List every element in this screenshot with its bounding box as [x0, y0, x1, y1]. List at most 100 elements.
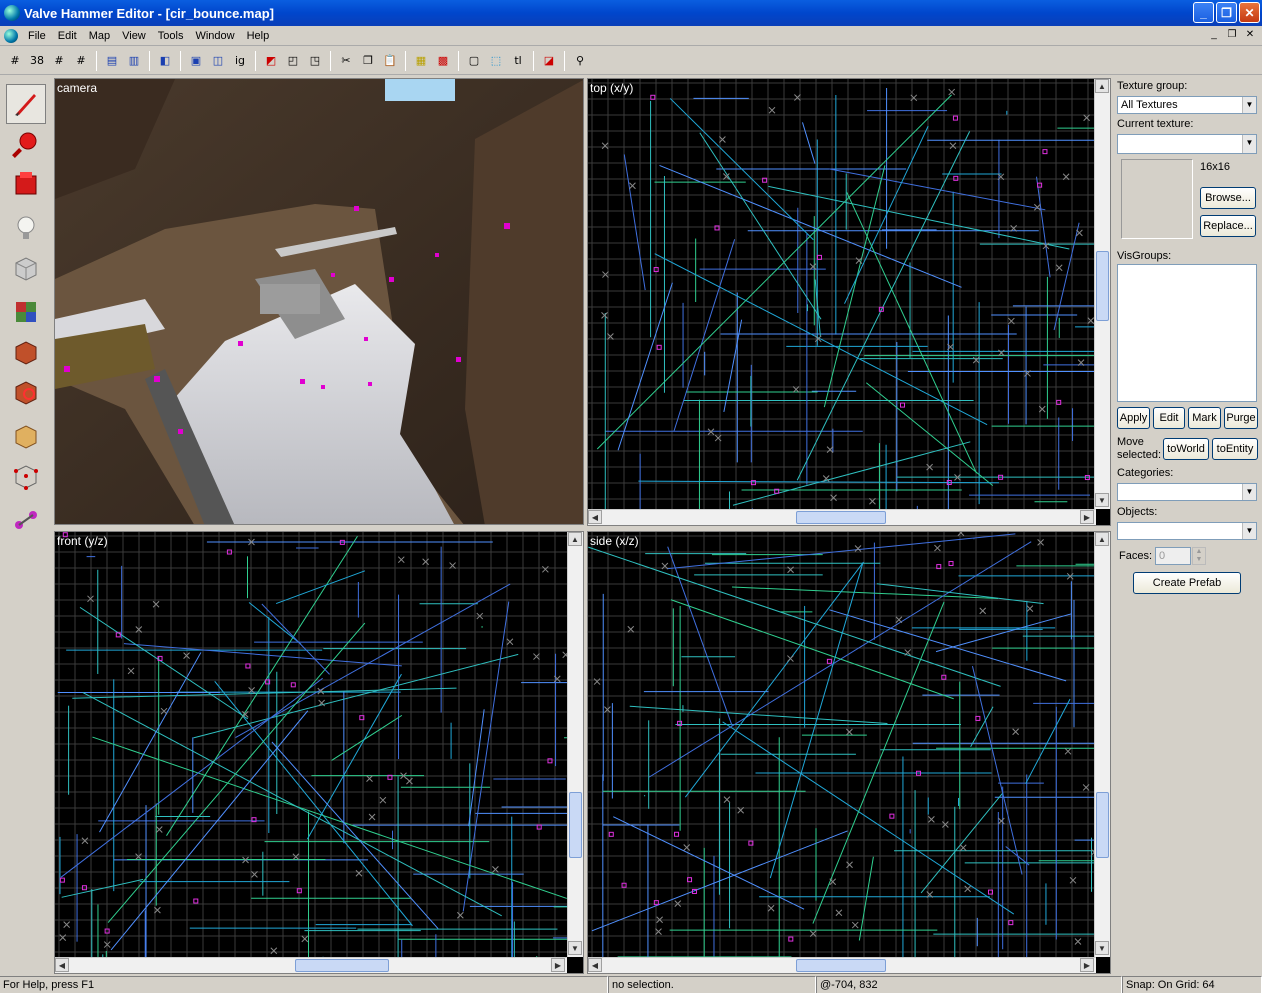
top-horizontal-scrollbar[interactable]: ◀ ▶ — [588, 509, 1096, 525]
scroll-down-arrow-icon[interactable]: ▼ — [1095, 941, 1109, 955]
ungroup-icon[interactable]: ▥ — [123, 50, 145, 72]
scroll-thumb[interactable] — [569, 792, 582, 858]
carve-icon[interactable]: ◧ — [154, 50, 176, 72]
scroll-thumb[interactable] — [295, 959, 389, 972]
menu-window[interactable]: Window — [189, 30, 240, 42]
scroll-thumb[interactable] — [796, 511, 886, 524]
to-entity-button[interactable]: toEntity — [1212, 438, 1258, 460]
run-map-icon[interactable]: ◪ — [538, 50, 560, 72]
entity-report-icon[interactable]: ⚲ — [569, 50, 591, 72]
larger-grid-icon[interactable]: # — [70, 50, 92, 72]
scroll-left-arrow-icon[interactable]: ◀ — [588, 510, 602, 524]
faces-spinner[interactable]: 0 — [1155, 547, 1191, 565]
hide-unselected-icon[interactable]: ◫ — [207, 50, 229, 72]
side-vertical-scrollbar[interactable]: ▲ ▼ — [1094, 532, 1110, 957]
create-prefab-button[interactable]: Create Prefab — [1133, 572, 1241, 594]
camera-tool-button[interactable] — [6, 164, 46, 204]
toggle-grid-icon[interactable]: # — [4, 50, 26, 72]
solid-view-icon[interactable]: ◳ — [304, 50, 326, 72]
menu-view[interactable]: View — [116, 30, 152, 42]
scroll-down-arrow-icon[interactable]: ▼ — [1095, 493, 1109, 507]
show-helpers-icon[interactable]: ▦ — [410, 50, 432, 72]
spinner-arrows-icon[interactable]: ▲ ▼ — [1192, 547, 1206, 565]
current-texture-select[interactable]: ▼ — [1117, 134, 1257, 154]
top-vertical-scrollbar[interactable]: ▲ ▼ — [1094, 79, 1110, 509]
texture-lock-toggle-icon[interactable]: tl — [507, 50, 529, 72]
ignore-group-icon[interactable]: ig — [229, 50, 251, 72]
grid-3d-icon[interactable]: 38 — [26, 50, 48, 72]
scroll-up-arrow-icon[interactable]: ▲ — [1095, 532, 1109, 546]
scroll-thumb[interactable] — [1096, 251, 1109, 321]
select-by-handles-icon[interactable]: ⬚ — [485, 50, 507, 72]
paste-icon[interactable]: 📋 — [379, 50, 401, 72]
wireframe-icon[interactable]: ◰ — [282, 50, 304, 72]
top-viewport[interactable]: top (x/y) ▲ ▼ ◀ ▶ — [587, 78, 1111, 526]
scroll-left-arrow-icon[interactable]: ◀ — [588, 958, 602, 972]
side-horizontal-scrollbar[interactable]: ◀ ▶ — [588, 957, 1096, 973]
replace-button[interactable]: Replace... — [1200, 215, 1256, 237]
menu-edit[interactable]: Edit — [52, 30, 83, 42]
menu-file[interactable]: File — [22, 30, 52, 42]
restore-button[interactable]: ❐ — [1216, 2, 1237, 23]
scroll-thumb[interactable] — [1096, 792, 1109, 858]
menu-map[interactable]: Map — [83, 30, 116, 42]
categories-select[interactable]: ▼ — [1117, 483, 1257, 501]
clipping-tool-button[interactable] — [6, 416, 46, 456]
visgroups-list[interactable] — [1117, 264, 1257, 402]
browse-button[interactable]: Browse... — [1200, 187, 1256, 209]
magnify-tool-button[interactable] — [6, 124, 46, 164]
select-bounds-icon[interactable]: ▢ — [463, 50, 485, 72]
edit-button[interactable]: Edit — [1153, 407, 1185, 429]
hammer-app-icon[interactable] — [4, 5, 20, 21]
apply-texture-button[interactable] — [6, 332, 46, 372]
mdi-restore-button[interactable]: ❐ — [1224, 28, 1240, 42]
front-vertical-scrollbar[interactable]: ▲ ▼ — [567, 532, 583, 957]
block-tool-button[interactable] — [6, 248, 46, 288]
path-tool-button[interactable] — [6, 500, 46, 540]
scroll-down-arrow-icon[interactable]: ▼ — [568, 941, 582, 955]
group-icon[interactable]: ▤ — [101, 50, 123, 72]
apply-button[interactable]: Apply — [1117, 407, 1150, 429]
scroll-right-arrow-icon[interactable]: ▶ — [551, 958, 565, 972]
chevron-down-icon[interactable]: ▼ — [1242, 97, 1256, 113]
cordon-icon[interactable]: ◩ — [260, 50, 282, 72]
to-world-button[interactable]: toWorld — [1163, 438, 1209, 460]
hide-selected-icon[interactable]: ▣ — [185, 50, 207, 72]
scroll-up-arrow-icon[interactable]: ▲ — [1095, 79, 1109, 93]
mark-button[interactable]: Mark — [1188, 407, 1221, 429]
purge-button[interactable]: Purge — [1224, 407, 1258, 429]
tool-palette — [0, 78, 54, 978]
mdi-controls: _ ❐ ✕ — [1206, 28, 1258, 42]
decal-tool-button[interactable] — [6, 372, 46, 412]
mdi-close-button[interactable]: ✕ — [1242, 28, 1258, 42]
menu-help[interactable]: Help — [241, 30, 276, 42]
camera-viewport[interactable]: camera — [54, 78, 584, 525]
vertex-tool-button[interactable] — [6, 456, 46, 496]
chevron-down-icon[interactable]: ▼ — [1242, 523, 1256, 539]
texture-lock-icon[interactable]: ▩ — [432, 50, 454, 72]
minimize-button[interactable]: _ — [1193, 2, 1214, 23]
front-viewport[interactable]: front (y/z) ▲ ▼ ◀ ▶ — [54, 531, 584, 974]
scroll-right-arrow-icon[interactable]: ▶ — [1080, 958, 1094, 972]
current-texture-label: Current texture: — [1117, 118, 1194, 130]
front-horizontal-scrollbar[interactable]: ◀ ▶ — [55, 957, 567, 973]
cut-icon[interactable]: ✂ — [335, 50, 357, 72]
document-icon[interactable] — [4, 28, 18, 43]
scroll-up-arrow-icon[interactable]: ▲ — [568, 532, 582, 546]
menu-tools[interactable]: Tools — [152, 30, 190, 42]
texture-group-select[interactable]: All Textures ▼ — [1117, 96, 1257, 114]
scroll-left-arrow-icon[interactable]: ◀ — [55, 958, 69, 972]
entity-tool-button[interactable] — [6, 208, 46, 248]
copy-icon[interactable]: ❐ — [357, 50, 379, 72]
texture-application-button[interactable] — [6, 292, 46, 332]
smaller-grid-icon[interactable]: # — [48, 50, 70, 72]
objects-select[interactable]: ▼ — [1117, 522, 1257, 540]
mdi-minimize-button[interactable]: _ — [1206, 28, 1222, 42]
chevron-down-icon[interactable]: ▼ — [1242, 484, 1256, 500]
selection-tool-button[interactable] — [6, 84, 46, 124]
side-viewport[interactable]: side (x/z) ▲ ▼ ◀ ▶ — [587, 531, 1111, 974]
scroll-right-arrow-icon[interactable]: ▶ — [1080, 510, 1094, 524]
chevron-down-icon[interactable]: ▼ — [1242, 135, 1256, 153]
close-button[interactable]: ✕ — [1239, 2, 1260, 23]
scroll-thumb[interactable] — [796, 959, 886, 972]
